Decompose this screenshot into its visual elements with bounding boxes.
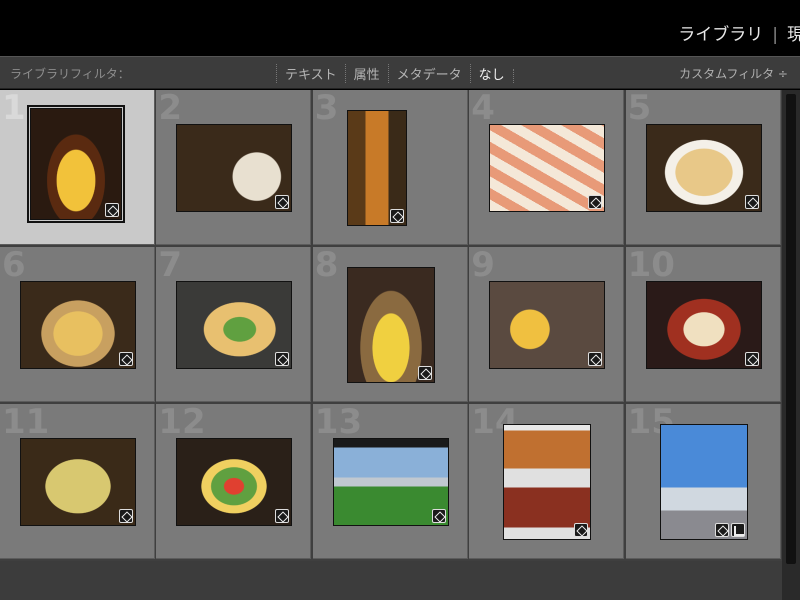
thumbnail-cell[interactable]: 15: [625, 404, 781, 559]
cell-index-number: 4: [471, 90, 495, 128]
filter-options: テキスト 属性 メタデータ なし: [276, 64, 514, 83]
grid-bottom-strip: [0, 561, 782, 600]
cell-index-number: 12: [158, 404, 206, 442]
scrollbar-thumb[interactable]: [786, 94, 796, 564]
photo-thumbnail[interactable]: [176, 281, 293, 369]
module-bar: ライブラリ | 現: [0, 0, 800, 56]
thumbnail-cell[interactable]: 12: [156, 404, 312, 559]
grid-scrollbar[interactable]: [782, 90, 800, 600]
library-filter-label: ライブラリフィルタ：: [10, 67, 130, 81]
cell-index-number: 7: [158, 247, 183, 285]
edit-icon[interactable]: [275, 509, 290, 523]
edit-icon[interactable]: [389, 209, 404, 223]
cell-index-number: 5: [627, 90, 652, 128]
thumbnail-cell[interactable]: 3: [312, 90, 468, 245]
cell-index-number: 6: [2, 247, 26, 285]
photo-thumbnail[interactable]: [176, 124, 293, 212]
edit-icon[interactable]: [744, 195, 759, 209]
cell-index-number: 1: [2, 90, 26, 128]
cell-index-number: 8: [314, 247, 339, 285]
filter-metadata[interactable]: メタデータ: [387, 64, 470, 83]
thumbnail-cell[interactable]: 14: [469, 404, 625, 559]
thumbnail-cell[interactable]: 13: [312, 404, 468, 559]
module-picker: ライブラリ | 現: [678, 20, 800, 45]
thumbnail-cell[interactable]: 11: [0, 404, 155, 559]
thumbnail-cell[interactable]: 2: [156, 90, 312, 245]
edit-icon[interactable]: [105, 203, 119, 217]
photo-thumbnail[interactable]: [489, 124, 606, 212]
module-separator: |: [772, 25, 778, 45]
photo-thumbnail[interactable]: [645, 124, 762, 212]
thumbnail-grid: 1 2 3 4 5 6 7 8 9 10 11 12 13 14 15: [0, 90, 782, 600]
photo-thumbnail[interactable]: [176, 438, 293, 526]
edit-icon[interactable]: [714, 523, 729, 537]
photo-thumbnail[interactable]: [645, 281, 762, 369]
photo-thumbnail[interactable]: [20, 438, 136, 526]
thumbnail-cell[interactable]: 5: [625, 90, 781, 245]
photo-thumbnail[interactable]: [20, 281, 136, 369]
edit-icon[interactable]: [588, 352, 603, 366]
crop-icon[interactable]: [730, 523, 745, 537]
cell-index-number: 11: [2, 404, 50, 442]
photo-thumbnail[interactable]: [27, 105, 125, 223]
thumbnail-cell[interactable]: 9: [469, 247, 625, 402]
photo-thumbnail[interactable]: [332, 438, 449, 526]
edit-icon[interactable]: [119, 352, 133, 366]
thumbnail-cell[interactable]: 1: [0, 90, 155, 245]
thumbnail-cell[interactable]: 8: [312, 247, 468, 402]
filter-divider: [512, 68, 514, 83]
cell-index-number: 13: [314, 404, 363, 442]
custom-filter-dropdown[interactable]: カスタムフィルタ ÷: [679, 65, 788, 82]
thumbnail-cell[interactable]: 6: [0, 247, 155, 402]
photo-thumbnail[interactable]: [346, 110, 407, 226]
thumbnail-cell[interactable]: 10: [625, 247, 781, 402]
cell-index-number: 10: [627, 247, 675, 285]
photo-thumbnail[interactable]: [489, 281, 606, 369]
filter-text[interactable]: テキスト: [276, 64, 345, 83]
library-filter-bar: ライブラリフィルタ： テキスト 属性 メタデータ なし カスタムフィルタ ÷: [0, 56, 800, 89]
photo-thumbnail[interactable]: [346, 267, 435, 383]
filter-attribute[interactable]: 属性: [344, 64, 388, 83]
cell-index-number: 2: [158, 90, 183, 128]
module-library[interactable]: ライブラリ: [678, 20, 763, 45]
edit-icon[interactable]: [119, 509, 133, 523]
edit-icon[interactable]: [431, 509, 446, 523]
edit-icon[interactable]: [588, 195, 603, 209]
photo-thumbnail[interactable]: [503, 424, 592, 540]
edit-icon[interactable]: [574, 523, 589, 537]
thumbnail-cell[interactable]: 7: [156, 247, 312, 402]
cell-index-number: 3: [314, 90, 339, 128]
cell-index-number: 9: [471, 247, 495, 285]
edit-icon[interactable]: [275, 352, 290, 366]
edit-icon[interactable]: [744, 352, 759, 366]
edit-icon[interactable]: [417, 366, 432, 380]
edit-icon[interactable]: [275, 195, 290, 209]
module-develop[interactable]: 現: [787, 20, 800, 45]
thumbnail-cell[interactable]: 4: [469, 90, 625, 245]
filter-none[interactable]: なし: [469, 64, 513, 83]
photo-thumbnail[interactable]: [659, 424, 748, 540]
